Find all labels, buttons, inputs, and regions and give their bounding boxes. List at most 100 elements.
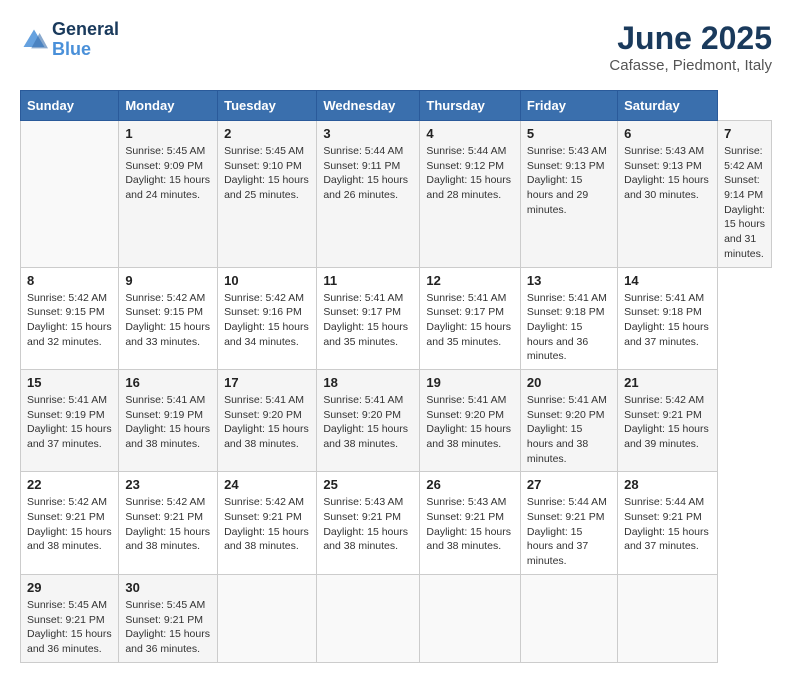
day-number: 9 bbox=[125, 273, 211, 288]
day-number: 14 bbox=[624, 273, 711, 288]
column-header-sunday: Sunday bbox=[21, 91, 119, 121]
day-info: Sunrise: 5:41 AMSunset: 9:19 PMDaylight:… bbox=[125, 393, 211, 452]
calendar-cell: 29Sunrise: 5:45 AMSunset: 9:21 PMDayligh… bbox=[21, 574, 119, 662]
day-number: 11 bbox=[323, 273, 413, 288]
day-number: 28 bbox=[624, 477, 711, 492]
day-info: Sunrise: 5:41 AMSunset: 9:19 PMDaylight:… bbox=[27, 393, 112, 452]
day-info: Sunrise: 5:45 AMSunset: 9:10 PMDaylight:… bbox=[224, 144, 310, 203]
calendar-cell: 2Sunrise: 5:45 AMSunset: 9:10 PMDaylight… bbox=[218, 121, 317, 268]
title-block: June 2025 Cafasse, Piedmont, Italy bbox=[609, 20, 772, 74]
logo-text: General Blue bbox=[52, 20, 119, 60]
day-number: 7 bbox=[724, 126, 765, 141]
day-info: Sunrise: 5:42 AMSunset: 9:15 PMDaylight:… bbox=[125, 291, 211, 350]
day-info: Sunrise: 5:42 AMSunset: 9:21 PMDaylight:… bbox=[27, 495, 112, 554]
calendar-cell: 9 Sunrise: 5:42 AMSunset: 9:15 PMDaylight… bbox=[119, 267, 218, 369]
day-number: 24 bbox=[224, 477, 310, 492]
day-number: 4 bbox=[426, 126, 514, 141]
day-number: 22 bbox=[27, 477, 112, 492]
calendar-cell: 30Sunrise: 5:45 AMSunset: 9:21 PMDayligh… bbox=[119, 574, 218, 662]
calendar-cell: 5 Sunrise: 5:43 AMSunset: 9:13 PMDaylight… bbox=[520, 121, 617, 268]
day-number: 17 bbox=[224, 375, 310, 390]
day-number: 6 bbox=[624, 126, 711, 141]
calendar-cell bbox=[21, 121, 119, 268]
calendar-cell: 12 Sunrise: 5:41 AMSunset: 9:17 PMDayligh… bbox=[420, 267, 521, 369]
day-number: 15 bbox=[27, 375, 112, 390]
subtitle: Cafasse, Piedmont, Italy bbox=[609, 57, 772, 74]
column-header-friday: Friday bbox=[520, 91, 617, 121]
column-header-wednesday: Wednesday bbox=[317, 91, 420, 121]
calendar-cell bbox=[520, 574, 617, 662]
day-info: Sunrise: 5:44 AMSunset: 9:21 PMDaylight:… bbox=[624, 495, 711, 554]
calendar-cell: 20Sunrise: 5:41 AMSunset: 9:20 PMDayligh… bbox=[520, 369, 617, 471]
day-number: 25 bbox=[323, 477, 413, 492]
day-info: Sunrise: 5:43 AMSunset: 9:21 PMDaylight:… bbox=[426, 495, 514, 554]
day-info: Sunrise: 5:41 AMSunset: 9:18 PMDaylight:… bbox=[624, 291, 711, 350]
calendar-cell: 13Sunrise: 5:41 AMSunset: 9:18 PMDayligh… bbox=[520, 267, 617, 369]
calendar-body: 1Sunrise: 5:45 AMSunset: 9:09 PMDaylight… bbox=[21, 121, 772, 663]
day-number: 30 bbox=[125, 580, 211, 595]
column-header-monday: Monday bbox=[119, 91, 218, 121]
day-info: Sunrise: 5:41 AMSunset: 9:17 PMDaylight:… bbox=[426, 291, 514, 350]
calendar-week-1: 1Sunrise: 5:45 AMSunset: 9:09 PMDaylight… bbox=[21, 121, 772, 268]
day-info: Sunrise: 5:41 AMSunset: 9:20 PMDaylight:… bbox=[527, 393, 611, 466]
calendar-cell: 21 Sunrise: 5:42 AMSunset: 9:21 PMDayligh… bbox=[618, 369, 718, 471]
calendar-cell: 18Sunrise: 5:41 AMSunset: 9:20 PMDayligh… bbox=[317, 369, 420, 471]
calendar-cell bbox=[317, 574, 420, 662]
day-number: 3 bbox=[323, 126, 413, 141]
day-info: Sunrise: 5:43 AMSunset: 9:21 PMDaylight:… bbox=[323, 495, 413, 554]
day-number: 16 bbox=[125, 375, 211, 390]
column-header-thursday: Thursday bbox=[420, 91, 521, 121]
calendar-cell: 27 Sunrise: 5:44 AMSunset: 9:21 PMDayligh… bbox=[520, 472, 617, 574]
day-info: Sunrise: 5:44 AMSunset: 9:21 PMDaylight:… bbox=[527, 495, 611, 568]
day-info: Sunrise: 5:45 AMSunset: 9:21 PMDaylight:… bbox=[27, 598, 112, 657]
day-info: Sunrise: 5:41 AMSunset: 9:17 PMDaylight:… bbox=[323, 291, 413, 350]
calendar-week-4: 22 Sunrise: 5:42 AMSunset: 9:21 PMDayligh… bbox=[21, 472, 772, 574]
day-info: Sunrise: 5:42 AMSunset: 9:15 PMDaylight:… bbox=[27, 291, 112, 350]
calendar-cell: 16 Sunrise: 5:41 AMSunset: 9:19 PMDayligh… bbox=[119, 369, 218, 471]
calendar-cell: 23Sunrise: 5:42 AMSunset: 9:21 PMDayligh… bbox=[119, 472, 218, 574]
calendar-cell: 26Sunrise: 5:43 AMSunset: 9:21 PMDayligh… bbox=[420, 472, 521, 574]
day-info: Sunrise: 5:41 AMSunset: 9:20 PMDaylight:… bbox=[426, 393, 514, 452]
calendar-cell: 11 Sunrise: 5:41 AMSunset: 9:17 PMDayligh… bbox=[317, 267, 420, 369]
day-number: 5 bbox=[527, 126, 611, 141]
day-number: 27 bbox=[527, 477, 611, 492]
day-info: Sunrise: 5:45 AMSunset: 9:09 PMDaylight:… bbox=[125, 144, 211, 203]
calendar-cell: 4 Sunrise: 5:44 AMSunset: 9:12 PMDaylight… bbox=[420, 121, 521, 268]
calendar-cell: 19 Sunrise: 5:41 AMSunset: 9:20 PMDayligh… bbox=[420, 369, 521, 471]
day-info: Sunrise: 5:42 AMSunset: 9:14 PMDaylight:… bbox=[724, 144, 765, 262]
calendar-week-5: 29Sunrise: 5:45 AMSunset: 9:21 PMDayligh… bbox=[21, 574, 772, 662]
day-info: Sunrise: 5:41 AMSunset: 9:20 PMDaylight:… bbox=[224, 393, 310, 452]
day-info: Sunrise: 5:44 AMSunset: 9:11 PMDaylight:… bbox=[323, 144, 413, 203]
logo-icon bbox=[20, 26, 48, 54]
day-info: Sunrise: 5:43 AMSunset: 9:13 PMDaylight:… bbox=[527, 144, 611, 217]
calendar-week-2: 8 Sunrise: 5:42 AMSunset: 9:15 PMDaylight… bbox=[21, 267, 772, 369]
calendar-cell bbox=[618, 574, 718, 662]
calendar-cell: 10 Sunrise: 5:42 AMSunset: 9:16 PMDayligh… bbox=[218, 267, 317, 369]
day-info: Sunrise: 5:44 AMSunset: 9:12 PMDaylight:… bbox=[426, 144, 514, 203]
day-info: Sunrise: 5:42 AMSunset: 9:21 PMDaylight:… bbox=[224, 495, 310, 554]
calendar-cell: 25 Sunrise: 5:43 AMSunset: 9:21 PMDayligh… bbox=[317, 472, 420, 574]
calendar-table: SundayMondayTuesdayWednesdayThursdayFrid… bbox=[20, 90, 772, 663]
day-number: 13 bbox=[527, 273, 611, 288]
day-info: Sunrise: 5:42 AMSunset: 9:16 PMDaylight:… bbox=[224, 291, 310, 350]
calendar-cell: 14 Sunrise: 5:41 AMSunset: 9:18 PMDayligh… bbox=[618, 267, 718, 369]
day-info: Sunrise: 5:42 AMSunset: 9:21 PMDaylight:… bbox=[624, 393, 711, 452]
day-info: Sunrise: 5:43 AMSunset: 9:13 PMDaylight:… bbox=[624, 144, 711, 203]
calendar-cell: 28 Sunrise: 5:44 AMSunset: 9:21 PMDayligh… bbox=[618, 472, 718, 574]
day-info: Sunrise: 5:42 AMSunset: 9:21 PMDaylight:… bbox=[125, 495, 211, 554]
calendar-cell: 1Sunrise: 5:45 AMSunset: 9:09 PMDaylight… bbox=[119, 121, 218, 268]
day-number: 10 bbox=[224, 273, 310, 288]
day-number: 21 bbox=[624, 375, 711, 390]
column-header-saturday: Saturday bbox=[618, 91, 718, 121]
calendar-cell: 22 Sunrise: 5:42 AMSunset: 9:21 PMDayligh… bbox=[21, 472, 119, 574]
calendar-cell bbox=[420, 574, 521, 662]
page-header: General Blue June 2025 Cafasse, Piedmont… bbox=[20, 20, 772, 74]
day-number: 12 bbox=[426, 273, 514, 288]
calendar-cell: 15 Sunrise: 5:41 AMSunset: 9:19 PMDayligh… bbox=[21, 369, 119, 471]
calendar-cell: 7 Sunrise: 5:42 AMSunset: 9:14 PMDaylight… bbox=[718, 121, 772, 268]
day-number: 19 bbox=[426, 375, 514, 390]
main-title: June 2025 bbox=[609, 20, 772, 57]
calendar-cell: 8 Sunrise: 5:42 AMSunset: 9:15 PMDaylight… bbox=[21, 267, 119, 369]
calendar-cell: 17 Sunrise: 5:41 AMSunset: 9:20 PMDayligh… bbox=[218, 369, 317, 471]
day-number: 8 bbox=[27, 273, 112, 288]
